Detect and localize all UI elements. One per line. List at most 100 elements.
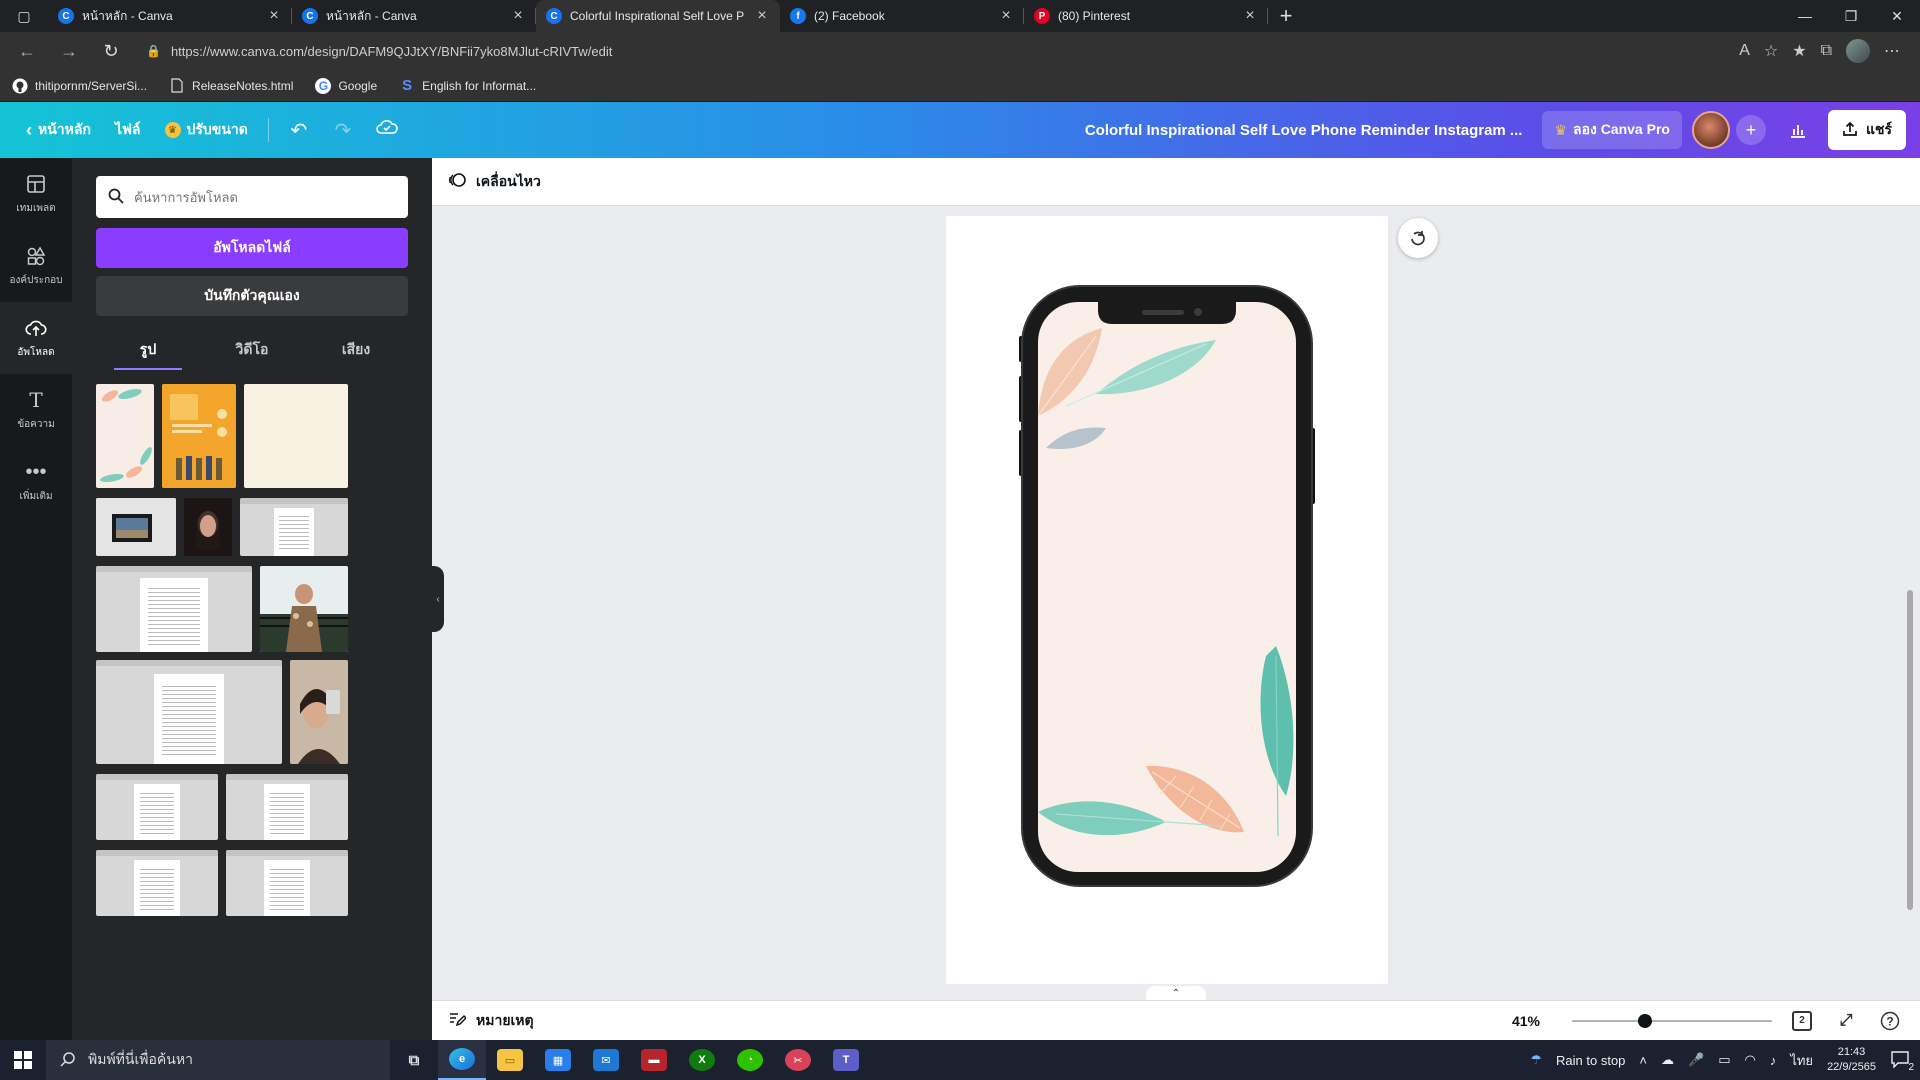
scrollbar-thumb[interactable] [1907, 590, 1913, 910]
windows-start-icon[interactable] [0, 1051, 46, 1069]
bookmark-item[interactable]: ReleaseNotes.html [169, 78, 293, 94]
vertical-scrollbar[interactable] [1906, 214, 1914, 984]
search-input[interactable] [134, 189, 396, 205]
share-button[interactable]: แชร์ [1827, 110, 1906, 150]
record-yourself-button[interactable]: บันทึกตัวคุณเอง [96, 276, 408, 316]
upload-thumbnail[interactable] [184, 498, 232, 556]
minimize-icon[interactable]: — [1782, 0, 1828, 32]
zoom-slider-knob[interactable] [1638, 1013, 1652, 1028]
rail-item-elements[interactable]: องค์ประกอบ [0, 230, 72, 302]
upload-thumbnail[interactable] [226, 850, 348, 916]
read-aloud-icon[interactable]: A [1739, 42, 1750, 60]
teams-icon[interactable]: T [822, 1040, 870, 1080]
task-view-icon[interactable]: ⧉ [390, 1040, 438, 1080]
rail-item-more[interactable]: ••• เพิ่มเติม [0, 446, 72, 518]
cloud-saved-icon[interactable] [365, 118, 409, 142]
upload-thumbnail[interactable] [96, 850, 218, 916]
home-button[interactable]: ‹ หน้าหลัก [14, 112, 103, 148]
zoom-slider[interactable] [1572, 1013, 1772, 1028]
more-menu-icon[interactable]: ⋯ [1884, 41, 1900, 61]
new-tab-button[interactable]: + [1268, 0, 1304, 32]
tab-audio[interactable]: เสียง [304, 330, 408, 370]
add-collaborator-button[interactable]: + [1735, 115, 1766, 145]
collapse-panel-button[interactable]: ‹ [432, 566, 444, 632]
chevron-up-icon[interactable]: ˄ [1639, 1053, 1647, 1068]
favorites-icon[interactable]: ★ [1792, 41, 1806, 61]
upload-files-button[interactable]: อัพโหลดไฟล์ [96, 228, 408, 268]
help-icon[interactable]: ? [1876, 1007, 1904, 1035]
undo-icon[interactable]: ↶ [277, 118, 321, 143]
user-avatar[interactable] [1691, 111, 1730, 149]
animate-button[interactable]: เคลื่อนไหว [476, 171, 541, 193]
browser-tab[interactable]: f (2) Facebook × [780, 0, 1024, 32]
upload-thumbnail[interactable] [96, 498, 176, 556]
file-explorer-icon[interactable]: ▭ [486, 1040, 534, 1080]
network-icon[interactable]: ◠ [1744, 1052, 1755, 1068]
store-icon[interactable]: ▦ [534, 1040, 582, 1080]
notes-button[interactable]: หมายเหตุ [448, 1010, 534, 1032]
page-count-button[interactable]: 2 [1788, 1007, 1816, 1035]
microphone-icon[interactable]: 🎤 [1688, 1052, 1704, 1068]
snipping-icon[interactable]: ✂ [774, 1040, 822, 1080]
close-icon[interactable]: × [510, 7, 526, 25]
insights-chart-icon[interactable] [1776, 121, 1820, 139]
battery-icon[interactable]: ▭ [1718, 1052, 1730, 1068]
upload-thumbnail[interactable] [162, 384, 236, 488]
notification-icon[interactable]: 2 [1890, 1050, 1914, 1073]
wechat-icon[interactable]: ◔ [726, 1040, 774, 1080]
weather-text[interactable]: Rain to stop [1556, 1053, 1625, 1068]
upload-thumbnail[interactable] [96, 774, 218, 840]
clock[interactable]: 21:43 22/9/2565 [1827, 1045, 1876, 1075]
refresh-icon[interactable]: ↻ [94, 36, 128, 66]
upload-thumbnail[interactable] [240, 498, 348, 556]
onedrive-icon[interactable]: ☁ [1661, 1052, 1674, 1068]
close-icon[interactable]: × [1242, 7, 1258, 25]
try-pro-button[interactable]: ♛ ลอง Canva Pro [1542, 111, 1682, 149]
document-title[interactable]: Colorful Inspirational Self Love Phone R… [1085, 122, 1543, 139]
browser-tab[interactable]: C หน้าหลัก - Canva × [48, 0, 292, 32]
zoom-percentage[interactable]: 41% [1496, 1013, 1556, 1029]
upload-thumbnail[interactable] [290, 660, 348, 764]
upload-thumbnail[interactable] [96, 660, 282, 764]
browser-tab-active[interactable]: C Colorful Inspirational Self Love P × [536, 0, 780, 32]
bookmark-item[interactable]: G Google [315, 77, 377, 94]
browser-tab[interactable]: C หน้าหลัก - Canva × [292, 0, 536, 32]
xbox-icon[interactable]: X [678, 1040, 726, 1080]
close-icon[interactable]: × [998, 7, 1014, 25]
collections-icon[interactable]: ⧉ [1821, 42, 1832, 60]
browser-tab[interactable]: P (80) Pinterest × [1024, 0, 1268, 32]
restore-icon[interactable]: ❐ [1828, 0, 1874, 32]
redo-icon[interactable]: ↷ [321, 118, 365, 143]
taskbar-search[interactable]: พิมพ์ที่นี่เพื่อค้นหา [46, 1040, 390, 1080]
resize-button[interactable]: ♛ ปรับขนาด [153, 112, 260, 148]
upload-thumbnail[interactable] [260, 566, 348, 652]
volume-icon[interactable]: ♪ [1770, 1053, 1777, 1068]
url-field[interactable]: 🔒 https://www.canva.com/design/DAFM9QJJt… [136, 36, 1636, 66]
upload-thumbnail[interactable] [96, 566, 252, 652]
app-red-icon[interactable]: ▬ [630, 1040, 678, 1080]
close-icon[interactable]: × [266, 7, 282, 25]
tab-videos[interactable]: วิดีโอ [200, 330, 304, 370]
back-arrow-icon[interactable]: ← [10, 36, 44, 66]
fullscreen-icon[interactable]: ⤢ [1832, 1007, 1860, 1035]
close-window-icon[interactable]: ✕ [1874, 0, 1920, 32]
rail-item-templates[interactable]: เทมเพลต [0, 158, 72, 230]
tab-actions-icon[interactable]: ▢ [0, 0, 48, 32]
rail-item-uploads[interactable]: อัพโหลด [0, 302, 72, 374]
upload-thumbnail[interactable] [96, 384, 154, 488]
mail-icon[interactable]: ✉ [582, 1040, 630, 1080]
bookmark-item[interactable]: thitipornm/ServerSi... [12, 78, 147, 94]
tab-images[interactable]: รูป [96, 330, 200, 370]
chevron-up-icon[interactable]: ⌃ [1146, 986, 1206, 1000]
regenerate-button[interactable] [1398, 218, 1438, 258]
close-icon[interactable]: × [754, 7, 770, 25]
bookmark-item[interactable]: S English for Informat... [399, 77, 536, 94]
forward-arrow-icon[interactable]: → [52, 36, 86, 66]
edge-icon[interactable]: e [438, 1040, 486, 1080]
file-menu-button[interactable]: ไฟล์ [103, 112, 153, 148]
upload-thumbnail[interactable] [244, 384, 348, 488]
profile-avatar[interactable] [1846, 39, 1870, 63]
rail-item-text[interactable]: T ข้อความ [0, 374, 72, 446]
design-page[interactable] [946, 216, 1388, 984]
upload-thumbnail[interactable] [226, 774, 348, 840]
